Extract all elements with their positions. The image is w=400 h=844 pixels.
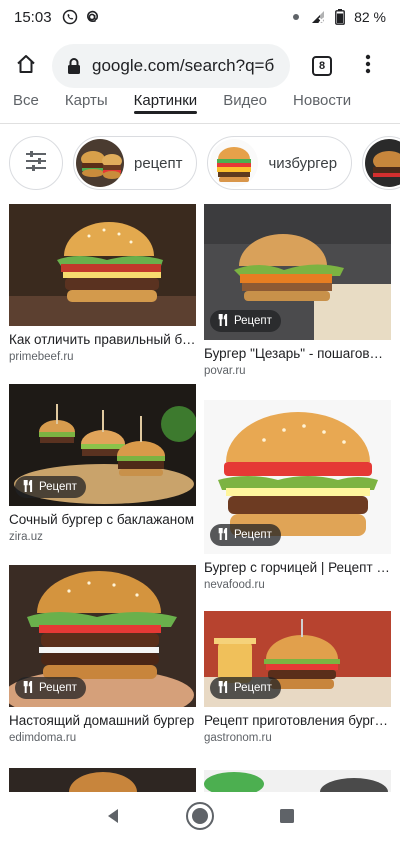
result-card-partial[interactable] bbox=[204, 770, 391, 792]
filter-chip[interactable] bbox=[9, 136, 63, 190]
recents-icon bbox=[279, 808, 295, 829]
whatsapp-icon bbox=[62, 9, 78, 25]
chip-thumbnail bbox=[365, 139, 400, 187]
suggestion-chips: рецепт чизбургер bbox=[0, 136, 400, 192]
tabs-icon: 8 bbox=[312, 56, 332, 76]
restaurant-icon bbox=[217, 680, 229, 696]
result-card[interactable]: Рецепт Бургер "Цезарь" - пошаговый рецеп… bbox=[204, 204, 391, 377]
result-card-partial[interactable] bbox=[9, 768, 196, 792]
result-card[interactable]: Рецепт Бургер с горчицей | Рецепт бургер… bbox=[204, 400, 391, 591]
result-image: Рецепт bbox=[9, 384, 196, 506]
result-source: povar.ru bbox=[204, 365, 246, 377]
restaurant-icon bbox=[22, 479, 34, 495]
chip-partial[interactable] bbox=[362, 136, 400, 190]
home-icon bbox=[15, 53, 37, 80]
result-title: Сочный бургер с баклажаном bbox=[9, 512, 195, 527]
result-source: primebeef.ru bbox=[9, 351, 74, 363]
lock-icon bbox=[66, 57, 84, 75]
recipe-badge: Рецепт bbox=[15, 677, 86, 699]
badge-label: Рецепт bbox=[234, 315, 272, 327]
dot-icon bbox=[288, 9, 304, 25]
chip-label: чизбургер bbox=[268, 154, 338, 172]
result-card[interactable]: Рецепт Настоящий домашний бургер edimdom… bbox=[9, 565, 196, 744]
menu-button[interactable] bbox=[348, 38, 388, 94]
back-icon bbox=[104, 807, 122, 830]
result-source: edimdoma.ru bbox=[9, 732, 77, 744]
chip-label: рецепт bbox=[134, 154, 183, 172]
result-image bbox=[9, 204, 196, 326]
result-card[interactable]: Рецепт Рецепт приготовления бургера gast… bbox=[204, 611, 391, 744]
result-image: Рецепт bbox=[204, 400, 391, 554]
tab-images[interactable]: Картинки bbox=[121, 94, 211, 122]
badge-label: Рецепт bbox=[234, 529, 272, 541]
chip-cheeseburger[interactable]: чизбургер bbox=[207, 136, 353, 190]
tab-maps[interactable]: Карты bbox=[52, 94, 121, 122]
recipe-badge: Рецепт bbox=[210, 677, 281, 699]
result-title: Как отличить правильный бургер bbox=[9, 332, 196, 347]
home-circle-icon bbox=[185, 801, 215, 836]
battery-level: 82 % bbox=[354, 9, 386, 25]
system-nav-bar bbox=[0, 792, 400, 844]
email-icon bbox=[84, 9, 100, 25]
result-title: Настоящий домашний бургер bbox=[9, 713, 195, 728]
url-text: google.com/search?q=б bbox=[92, 56, 275, 75]
status-bar: 15:03 82 % bbox=[0, 0, 400, 34]
badge-label: Рецепт bbox=[39, 481, 77, 493]
restaurant-icon bbox=[22, 680, 34, 696]
recipe-badge: Рецепт bbox=[210, 310, 281, 332]
tabs-button[interactable]: 8 bbox=[296, 38, 348, 94]
result-image bbox=[204, 770, 391, 792]
tab-news[interactable]: Новости bbox=[280, 94, 364, 122]
tune-icon bbox=[25, 150, 47, 176]
chip-thumbnail bbox=[76, 139, 124, 187]
url-bar[interactable]: google.com/search?q=б bbox=[52, 44, 290, 88]
result-source: zira.uz bbox=[9, 531, 43, 543]
badge-label: Рецепт bbox=[39, 682, 77, 694]
recipe-badge: Рецепт bbox=[210, 524, 281, 546]
result-source: gastronom.ru bbox=[204, 732, 272, 744]
result-title: Бургер с горчицей | Рецепт бургера bbox=[204, 560, 391, 575]
result-card[interactable]: Рецепт Сочный бургер с баклажаном zira.u… bbox=[9, 384, 196, 543]
browser-toolbar: google.com/search?q=б 8 bbox=[0, 38, 400, 94]
status-time: 15:03 bbox=[14, 8, 52, 26]
result-source: nevafood.ru bbox=[204, 579, 265, 591]
tab-all[interactable]: Все bbox=[0, 94, 52, 122]
result-image bbox=[9, 768, 196, 792]
recents-button[interactable] bbox=[267, 798, 307, 838]
result-image: Рецепт bbox=[204, 204, 391, 340]
chip-thumbnail bbox=[210, 139, 259, 187]
back-button[interactable] bbox=[93, 798, 133, 838]
result-image: Рецепт bbox=[9, 565, 196, 707]
restaurant-icon bbox=[217, 527, 229, 543]
search-tabs: Все Карты Картинки Видео Новости bbox=[0, 94, 400, 124]
signal-icon bbox=[310, 9, 326, 25]
restaurant-icon bbox=[217, 313, 229, 329]
badge-label: Рецепт bbox=[234, 682, 272, 694]
more-vert-icon bbox=[365, 54, 371, 79]
chip-recipe[interactable]: рецепт bbox=[73, 136, 198, 190]
result-title: Рецепт приготовления бургера bbox=[204, 713, 391, 728]
tab-videos[interactable]: Видео bbox=[210, 94, 280, 122]
result-title: Бургер "Цезарь" - пошаговый рецепт bbox=[204, 346, 391, 361]
home-button[interactable] bbox=[0, 38, 52, 94]
image-results: Как отличить правильный бургер primebeef… bbox=[0, 196, 400, 792]
battery-icon bbox=[332, 9, 348, 25]
result-card[interactable]: Как отличить правильный бургер primebeef… bbox=[9, 204, 196, 363]
result-image: Рецепт bbox=[204, 611, 391, 707]
home-nav-button[interactable] bbox=[180, 798, 220, 838]
recipe-badge: Рецепт bbox=[15, 476, 86, 498]
